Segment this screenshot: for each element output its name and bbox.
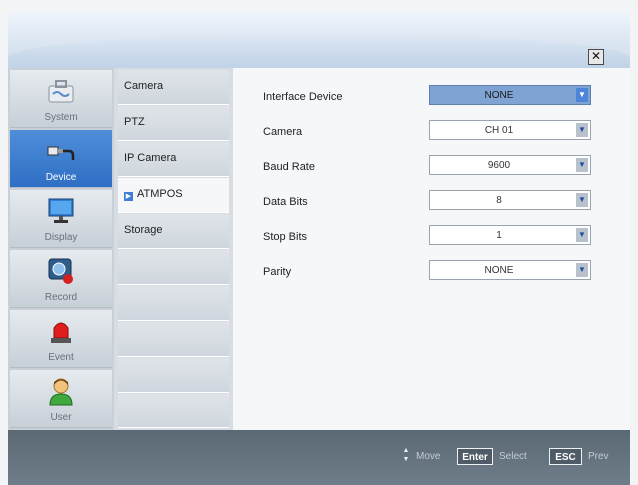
header-wave-decoration	[8, 34, 630, 68]
chevron-down-icon: ▼	[576, 228, 588, 242]
toolbox-icon	[48, 80, 74, 103]
setting-row-camera: Camera CH 01 ▼	[233, 120, 630, 144]
setting-row-baud-rate: Baud Rate 9600 ▼	[233, 155, 630, 179]
category-label: Event	[48, 352, 74, 363]
esc-key-label: ESC	[555, 452, 576, 463]
submenu-empty-slot	[118, 286, 229, 321]
record-camera-icon	[48, 258, 73, 284]
camera-select[interactable]: CH 01 ▼	[429, 120, 591, 140]
setting-row-data-bits: Data Bits 8 ▼	[233, 190, 630, 214]
category-label: System	[44, 112, 78, 123]
category-system[interactable]: System	[10, 70, 112, 128]
interface-device-select[interactable]: NONE ▼	[429, 85, 591, 105]
chevron-down-icon: ▼	[576, 123, 588, 137]
device-cable-icon	[47, 146, 75, 160]
submenu-empty-slot	[118, 394, 229, 428]
select-hint: Select	[499, 451, 527, 462]
submenu-item-camera[interactable]: Camera	[118, 70, 229, 105]
setting-label: Stop Bits	[263, 231, 308, 243]
footer-bar: ▲ ▼ Move Enter Select ESC Prev	[8, 430, 630, 485]
submenu-empty-slot	[118, 358, 229, 393]
submenu-label: PTZ	[124, 116, 145, 128]
submenu-item-atmpos[interactable]: ▶ ATMPOS	[118, 178, 229, 213]
category-event[interactable]: Event	[10, 310, 112, 368]
submenu-item-ip-camera[interactable]: IP Camera	[118, 142, 229, 177]
alarm-siren-icon	[51, 322, 71, 343]
chevron-down-icon: ▼	[576, 88, 588, 102]
category-device[interactable]: Device	[10, 130, 112, 188]
baud-rate-select[interactable]: 9600 ▼	[429, 155, 591, 175]
category-label: Display	[44, 232, 78, 243]
parity-select[interactable]: NONE ▼	[429, 260, 591, 280]
setting-row-interface-device: Interface Device NONE ▼	[233, 85, 630, 109]
data-bits-select[interactable]: 8 ▼	[429, 190, 591, 210]
submenu-label: Storage	[124, 224, 163, 236]
category-user[interactable]: User	[10, 370, 112, 428]
category-label: Device	[45, 172, 77, 183]
category-column: System Device Display Record Event User	[8, 68, 114, 430]
setting-row-parity: Parity NONE ▼	[233, 260, 630, 284]
select-value: NONE	[484, 265, 514, 276]
move-hint: Move	[416, 451, 441, 462]
setting-label: Camera	[263, 126, 303, 138]
select-value: CH 01	[484, 125, 514, 136]
select-value: 8	[496, 195, 502, 206]
submenu-label: IP Camera	[124, 152, 177, 164]
close-button[interactable]: ✕	[588, 49, 604, 65]
select-value: 9600	[487, 160, 511, 171]
setting-row-stop-bits: Stop Bits 1 ▼	[233, 225, 630, 249]
user-icon	[49, 378, 73, 406]
stop-bits-select[interactable]: 1 ▼	[429, 225, 591, 245]
setting-label: Parity	[263, 266, 292, 278]
select-value: 1	[496, 230, 502, 241]
setting-label: Baud Rate	[263, 161, 315, 173]
category-display[interactable]: Display	[10, 190, 112, 248]
arrow-right-icon: ▶	[124, 192, 133, 201]
category-label: User	[50, 412, 72, 423]
header-bar	[8, 12, 630, 68]
submenu-empty-slot	[118, 322, 229, 357]
enter-key-label: Enter	[462, 452, 488, 463]
submenu-item-storage[interactable]: Storage	[118, 214, 229, 249]
monitor-icon	[48, 198, 74, 223]
submenu-empty-slot	[118, 250, 229, 285]
submenu-item-ptz[interactable]: PTZ	[118, 106, 229, 141]
chevron-down-icon: ▼	[576, 158, 588, 172]
chevron-down-icon: ▼	[576, 193, 588, 207]
prev-hint: Prev	[588, 451, 609, 462]
category-label: Record	[44, 292, 78, 303]
enter-key-button[interactable]: Enter	[457, 448, 493, 465]
setting-label: Data Bits	[263, 196, 308, 208]
submenu-label: ATMPOS	[137, 188, 183, 200]
chevron-down-icon: ▼	[576, 263, 588, 277]
submenu-column: Camera PTZ IP Camera ▶ ATMPOS Storage	[114, 68, 233, 430]
close-icon: ✕	[590, 49, 602, 63]
submenu-label: Camera	[124, 80, 164, 92]
category-record[interactable]: Record	[10, 250, 112, 308]
settings-panel: Interface Device NONE ▼ Camera CH 01 ▼ B…	[233, 68, 630, 430]
esc-key-button[interactable]: ESC	[549, 448, 582, 465]
updown-arrow-icon: ▲ ▼	[402, 447, 410, 463]
settings-window: ✕ System Device Display Record Event Use…	[0, 0, 638, 485]
setting-label: Interface Device	[263, 91, 343, 103]
select-value: NONE	[484, 90, 514, 101]
